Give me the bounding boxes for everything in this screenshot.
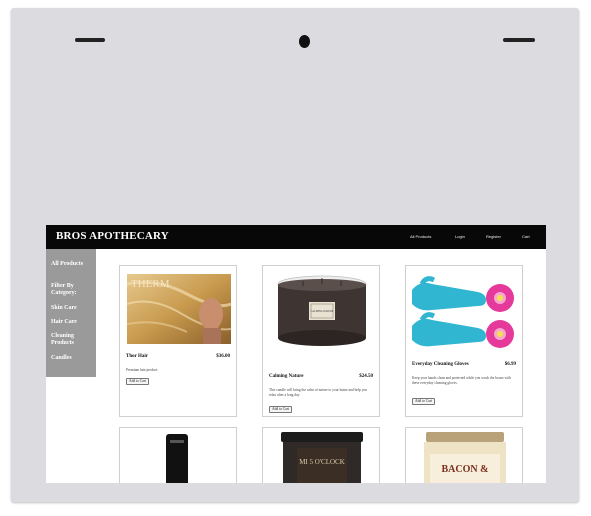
product-card[interactable]: Everyday Cleaning Gloves $6.99 Keep your… (405, 265, 523, 417)
glove-lower (412, 312, 514, 348)
product-image-tube (166, 434, 188, 483)
store-screen: BROS APOTHECARY All Products Login Regis… (46, 225, 546, 483)
product-image-candle: CALMING NATURE (277, 275, 367, 346)
sidebar-item-skin-care[interactable]: Skin Care (51, 305, 77, 312)
product-image-gloves (412, 276, 514, 348)
add-to-cart-button[interactable]: Add to Cart (412, 398, 435, 405)
bezel-slot-right (503, 38, 535, 42)
product-card[interactable]: THERM Thor Hair $36.00 Premium hair prod… (119, 265, 237, 417)
sidebar-item-candles[interactable]: Candles (51, 355, 72, 362)
product-card[interactable]: CALMING NATURE Calming Nature $24.50 Thi… (262, 265, 380, 417)
product-name[interactable]: Calming Nature (269, 374, 304, 379)
bacon-label-text: BACON & (442, 464, 489, 475)
product-price: $36.00 (216, 354, 230, 359)
product-name[interactable]: Thor Hair (126, 354, 148, 359)
hair-brand-text: THERM (131, 278, 170, 290)
product-price: $24.50 (359, 374, 373, 379)
brand-logo[interactable]: BROS APOTHECARY (56, 230, 169, 242)
category-sidebar: All Products Filter By Category: Skin Ca… (46, 249, 96, 377)
camera-dot (299, 35, 310, 48)
product-price: $6.99 (504, 362, 516, 367)
product-description: This candle will bring the calm of natur… (269, 388, 368, 397)
nav-register[interactable]: Register (486, 234, 501, 239)
product-description: Premium hair product (126, 368, 158, 372)
add-to-cart-button[interactable]: Add to Cart (269, 406, 292, 413)
nav-all-products[interactable]: All Products (410, 234, 431, 239)
sidebar-item-hair-care[interactable]: Hair Care (51, 319, 77, 326)
product-description: Keep your hands clean and protected whil… (412, 376, 511, 385)
product-name[interactable]: Everyday Cleaning Gloves (412, 362, 469, 367)
product-image-hair: THERM (127, 274, 231, 344)
nav-cart[interactable]: Cart (522, 234, 530, 239)
product-card[interactable] (119, 427, 237, 483)
nav-login[interactable]: Login (455, 234, 465, 239)
sidebar-item-cleaning-products[interactable]: Cleaning Products (51, 333, 96, 347)
sidebar-filter-heading: Filter By Category: (51, 283, 77, 296)
add-to-cart-button[interactable]: Add to Cart (126, 378, 149, 385)
bezel-slot-left (75, 38, 105, 42)
product-image-bacon-jar: BACON & (424, 432, 506, 483)
candle-label-text: CALMING NATURE (311, 310, 334, 313)
top-navbar: BROS APOTHECARY All Products Login Regis… (46, 225, 546, 249)
sidebar-item-all-products[interactable]: All Products (51, 261, 83, 268)
product-card[interactable]: MI 5 O'CLOCK (262, 427, 380, 483)
product-image-jar-candle: MI 5 O'CLOCK (281, 432, 363, 483)
glove-upper (412, 276, 514, 312)
jar-label-text: MI 5 O'CLOCK (299, 458, 345, 466)
product-card[interactable]: BACON & (405, 427, 523, 483)
